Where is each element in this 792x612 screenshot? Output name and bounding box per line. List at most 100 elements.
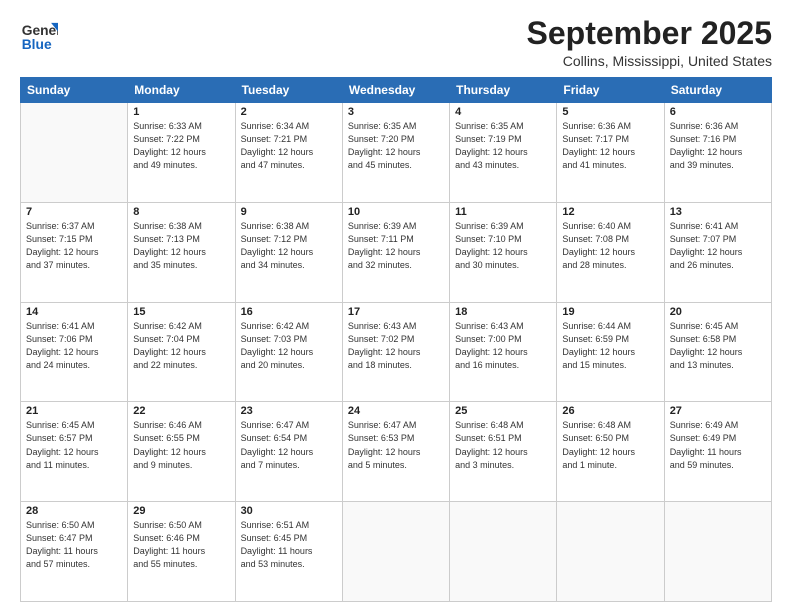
day-info: Sunrise: 6:43 AM Sunset: 7:00 PM Dayligh… (455, 320, 551, 372)
day-number: 8 (133, 206, 229, 218)
calendar-cell: 14 Sunrise: 6:41 AM Sunset: 7:06 PM Dayli… (21, 302, 128, 402)
day-number: 4 (455, 106, 551, 118)
day-info: Sunrise: 6:43 AM Sunset: 7:02 PM Dayligh… (348, 320, 444, 372)
day-number: 18 (455, 306, 551, 318)
day-number: 11 (455, 206, 551, 218)
day-number: 30 (241, 505, 337, 517)
calendar-cell: 30 Sunrise: 6:51 AM Sunset: 6:45 PM Dayli… (235, 502, 342, 602)
calendar-cell (450, 502, 557, 602)
day-number: 14 (26, 306, 122, 318)
day-info: Sunrise: 6:48 AM Sunset: 6:50 PM Dayligh… (562, 419, 658, 471)
calendar-cell: 6Sunrise: 6:36 AM Sunset: 7:16 PM Daylig… (664, 103, 771, 203)
calendar-cell: 25Sunrise: 6:48 AM Sunset: 6:51 PM Dayli… (450, 402, 557, 502)
day-number: 20 (670, 306, 766, 318)
calendar-cell: 7 Sunrise: 6:37 AM Sunset: 7:15 PM Daylig… (21, 202, 128, 302)
day-number: 16 (241, 306, 337, 318)
weekday-header-tuesday: Tuesday (235, 78, 342, 103)
day-number: 10 (348, 206, 444, 218)
page: General Blue September 2025 Collins, Mis… (0, 0, 792, 612)
day-number: 2 (241, 106, 337, 118)
weekday-header-wednesday: Wednesday (342, 78, 449, 103)
svg-text:Blue: Blue (22, 36, 52, 52)
week-row-4: 21 Sunrise: 6:45 AM Sunset: 6:57 PM Dayli… (21, 402, 772, 502)
calendar-cell (664, 502, 771, 602)
day-number: 7 (26, 206, 122, 218)
day-number: 24 (348, 405, 444, 417)
calendar-cell: 10 Sunrise: 6:39 AM Sunset: 7:11 PM Dayli… (342, 202, 449, 302)
day-info: Sunrise: 6:47 AM Sunset: 6:53 PM Dayligh… (348, 419, 444, 471)
calendar-cell: 21 Sunrise: 6:45 AM Sunset: 6:57 PM Dayli… (21, 402, 128, 502)
day-number: 9 (241, 206, 337, 218)
calendar-table: SundayMondayTuesdayWednesdayThursdayFrid… (20, 77, 772, 602)
day-number: 3 (348, 106, 444, 118)
day-number: 5 (562, 106, 658, 118)
calendar-cell: 17 Sunrise: 6:43 AM Sunset: 7:02 PM Dayli… (342, 302, 449, 402)
calendar-cell: 9 Sunrise: 6:38 AM Sunset: 7:12 PM Daylig… (235, 202, 342, 302)
day-info: Sunrise: 6:51 AM Sunset: 6:45 PM Dayligh… (241, 519, 337, 571)
day-number: 23 (241, 405, 337, 417)
calendar-cell: 15Sunrise: 6:42 AM Sunset: 7:04 PM Dayli… (128, 302, 235, 402)
day-info: Sunrise: 6:40 AM Sunset: 7:08 PM Dayligh… (562, 220, 658, 272)
week-row-1: 1 Sunrise: 6:33 AM Sunset: 7:22 PM Daylig… (21, 103, 772, 203)
day-info: Sunrise: 6:35 AM Sunset: 7:19 PM Dayligh… (455, 120, 551, 172)
header: General Blue September 2025 Collins, Mis… (20, 16, 772, 69)
weekday-header-sunday: Sunday (21, 78, 128, 103)
calendar-cell: 27Sunrise: 6:49 AM Sunset: 6:49 PM Dayli… (664, 402, 771, 502)
day-info: Sunrise: 6:47 AM Sunset: 6:54 PM Dayligh… (241, 419, 337, 471)
calendar-cell (21, 103, 128, 203)
calendar-cell: 18 Sunrise: 6:43 AM Sunset: 7:00 PM Dayli… (450, 302, 557, 402)
week-row-3: 14 Sunrise: 6:41 AM Sunset: 7:06 PM Dayli… (21, 302, 772, 402)
calendar-cell (557, 502, 664, 602)
calendar-cell: 22Sunrise: 6:46 AM Sunset: 6:55 PM Dayli… (128, 402, 235, 502)
weekday-header-friday: Friday (557, 78, 664, 103)
day-info: Sunrise: 6:42 AM Sunset: 7:03 PM Dayligh… (241, 320, 337, 372)
calendar-cell: 23 Sunrise: 6:47 AM Sunset: 6:54 PM Dayli… (235, 402, 342, 502)
calendar-cell: 8 Sunrise: 6:38 AM Sunset: 7:13 PM Daylig… (128, 202, 235, 302)
day-info: Sunrise: 6:39 AM Sunset: 7:10 PM Dayligh… (455, 220, 551, 272)
calendar-cell: 24 Sunrise: 6:47 AM Sunset: 6:53 PM Dayli… (342, 402, 449, 502)
day-info: Sunrise: 6:33 AM Sunset: 7:22 PM Dayligh… (133, 120, 229, 172)
month-title: September 2025 (527, 16, 772, 51)
day-number: 19 (562, 306, 658, 318)
day-number: 21 (26, 405, 122, 417)
day-info: Sunrise: 6:41 AM Sunset: 7:06 PM Dayligh… (26, 320, 122, 372)
day-info: Sunrise: 6:45 AM Sunset: 6:58 PM Dayligh… (670, 320, 766, 372)
calendar-cell: 13Sunrise: 6:41 AM Sunset: 7:07 PM Dayli… (664, 202, 771, 302)
day-info: Sunrise: 6:34 AM Sunset: 7:21 PM Dayligh… (241, 120, 337, 172)
day-info: Sunrise: 6:36 AM Sunset: 7:17 PM Dayligh… (562, 120, 658, 172)
calendar-cell: 29 Sunrise: 6:50 AM Sunset: 6:46 PM Dayli… (128, 502, 235, 602)
location-title: Collins, Mississippi, United States (527, 53, 772, 69)
day-info: Sunrise: 6:37 AM Sunset: 7:15 PM Dayligh… (26, 220, 122, 272)
day-number: 6 (670, 106, 766, 118)
calendar-cell: 1 Sunrise: 6:33 AM Sunset: 7:22 PM Daylig… (128, 103, 235, 203)
day-number: 17 (348, 306, 444, 318)
calendar-cell: 19 Sunrise: 6:44 AM Sunset: 6:59 PM Dayli… (557, 302, 664, 402)
day-info: Sunrise: 6:48 AM Sunset: 6:51 PM Dayligh… (455, 419, 551, 471)
day-info: Sunrise: 6:38 AM Sunset: 7:12 PM Dayligh… (241, 220, 337, 272)
calendar-cell: 20 Sunrise: 6:45 AM Sunset: 6:58 PM Dayli… (664, 302, 771, 402)
day-number: 28 (26, 505, 122, 517)
weekday-header-thursday: Thursday (450, 78, 557, 103)
calendar-cell: 2 Sunrise: 6:34 AM Sunset: 7:21 PM Daylig… (235, 103, 342, 203)
day-number: 29 (133, 505, 229, 517)
day-info: Sunrise: 6:35 AM Sunset: 7:20 PM Dayligh… (348, 120, 444, 172)
day-info: Sunrise: 6:42 AM Sunset: 7:04 PM Dayligh… (133, 320, 229, 372)
day-number: 13 (670, 206, 766, 218)
day-info: Sunrise: 6:50 AM Sunset: 6:46 PM Dayligh… (133, 519, 229, 571)
weekday-header-monday: Monday (128, 78, 235, 103)
week-row-2: 7 Sunrise: 6:37 AM Sunset: 7:15 PM Daylig… (21, 202, 772, 302)
day-number: 12 (562, 206, 658, 218)
day-number: 1 (133, 106, 229, 118)
day-info: Sunrise: 6:38 AM Sunset: 7:13 PM Dayligh… (133, 220, 229, 272)
day-info: Sunrise: 6:50 AM Sunset: 6:47 PM Dayligh… (26, 519, 122, 571)
logo: General Blue (20, 16, 58, 54)
day-info: Sunrise: 6:49 AM Sunset: 6:49 PM Dayligh… (670, 419, 766, 471)
calendar-cell: 4 Sunrise: 6:35 AM Sunset: 7:19 PM Daylig… (450, 103, 557, 203)
logo-icon: General Blue (20, 16, 58, 54)
day-info: Sunrise: 6:45 AM Sunset: 6:57 PM Dayligh… (26, 419, 122, 471)
week-row-5: 28 Sunrise: 6:50 AM Sunset: 6:47 PM Dayli… (21, 502, 772, 602)
day-info: Sunrise: 6:44 AM Sunset: 6:59 PM Dayligh… (562, 320, 658, 372)
calendar-cell: 12 Sunrise: 6:40 AM Sunset: 7:08 PM Dayli… (557, 202, 664, 302)
calendar-cell: 5 Sunrise: 6:36 AM Sunset: 7:17 PM Daylig… (557, 103, 664, 203)
day-info: Sunrise: 6:39 AM Sunset: 7:11 PM Dayligh… (348, 220, 444, 272)
